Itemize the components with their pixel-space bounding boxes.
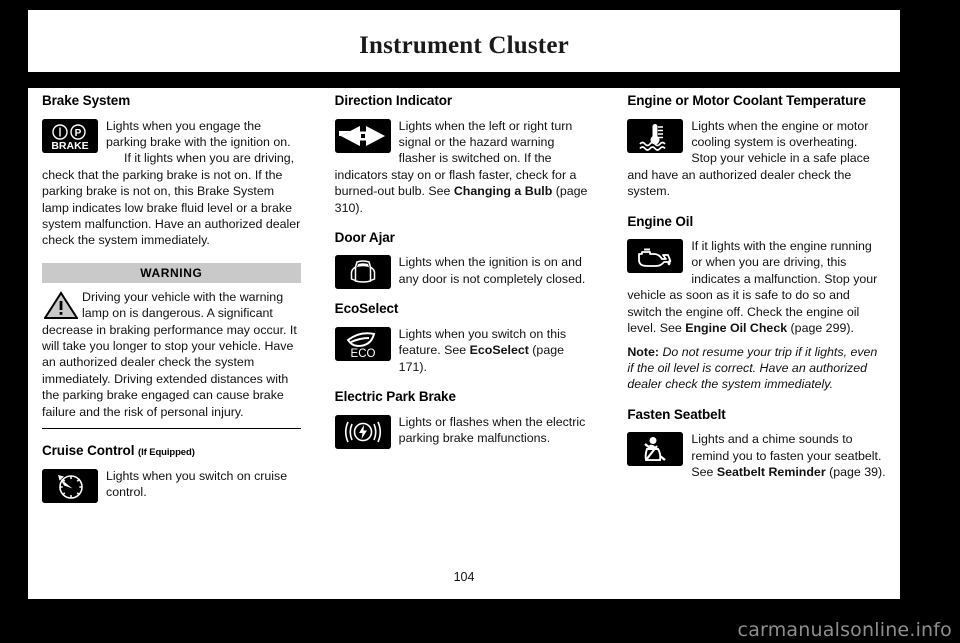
content-columns: Brake System P BRAKE Lights when you eng… (28, 88, 900, 548)
section-body: Lights when the left or right turn signa… (334, 118, 594, 216)
door-ajar-text: Lights when the ignition is on and any d… (398, 255, 586, 286)
section-electric-park-brake: Electric Park Brake Lights or flashes wh… (334, 389, 594, 449)
engine-oil-link[interactable]: Engine Oil Check (685, 321, 787, 335)
cruise-heading-sub: (If Equipped) (138, 447, 195, 459)
header-divider (28, 72, 900, 88)
section-body: Lights and a chime sounds to remind you … (627, 431, 886, 480)
coolant-temperature-icon (627, 118, 684, 153)
section-fasten-seatbelt: Fasten Seatbelt Lights and a chime sound… (627, 407, 886, 481)
section-body: P BRAKE Lights when you engage the parki… (42, 118, 301, 249)
section-brake-system: Brake System P BRAKE Lights when you eng… (42, 93, 301, 249)
direction-link[interactable]: Changing a Bulb (454, 184, 552, 198)
seatbelt-tail: (page 39). (825, 465, 886, 480)
section-engine-oil: Engine Oil If it lights with the engine … (627, 214, 886, 393)
section-body: Lights when you switch on cruise control… (42, 468, 301, 503)
section-heading: EcoSelect (334, 301, 399, 317)
cruise-text: Lights when you switch on cruise control… (106, 468, 288, 500)
svg-text:BRAKE: BRAKE (51, 140, 88, 152)
section-ecoselect: EcoSelect ECO Lights when you switch on … (334, 301, 594, 375)
section-heading: Electric Park Brake (334, 389, 456, 405)
door-ajar-icon (334, 255, 391, 290)
electric-park-brake-icon (334, 414, 391, 449)
section-heading: Brake System (42, 93, 131, 108)
section-body: Lights when the engine or motor cooling … (627, 118, 886, 200)
section-body: Lights when the ignition is on and any d… (334, 254, 594, 290)
section-cruise-control: Cruise Control (If Equipped) Lights when… (42, 443, 301, 503)
column-middle: Direction Indicator Lights when the left… (321, 88, 608, 548)
watermark: carmanualsonline.info (737, 619, 952, 641)
brake-lead-text: Lights when you engage the parking brake… (106, 118, 291, 149)
warning-callout: WARNING Driving your vehicle with the wa… (42, 262, 301, 430)
footer-divider (28, 599, 900, 606)
warning-triangle-icon (43, 290, 79, 319)
svg-text:P: P (75, 128, 82, 139)
page-title: Instrument Cluster (359, 32, 569, 59)
warning-body: Driving your vehicle with the warning la… (42, 289, 301, 420)
engine-oil-note: Note: Do not resume your trip if it ligh… (627, 344, 886, 393)
warning-bottom-rule (42, 428, 301, 430)
column-left: Brake System P BRAKE Lights when you eng… (28, 88, 315, 548)
note-text: Do not resume your trip if it lights, ev… (627, 344, 878, 392)
section-heading: Cruise Control (If Equipped) (42, 443, 301, 459)
section-heading: Fasten Seatbelt (627, 406, 726, 422)
engine-oil-tail: (page 299). (787, 321, 854, 336)
engine-oil-icon (627, 239, 684, 274)
ecoselect-icon: ECO (334, 326, 391, 361)
direction-indicator-icon (334, 118, 391, 153)
column-right: Engine or Motor Coolant Temperature Ligh… (613, 88, 900, 548)
section-door-ajar: Door Ajar Lights when the ignition is on… (334, 229, 594, 290)
screenshot-root: Instrument Cluster Brake System P BRAKE … (0, 0, 960, 643)
cruise-heading-main: Cruise Control (42, 443, 135, 459)
brake-system-icon: P BRAKE (42, 118, 98, 153)
ecoselect-link[interactable]: EcoSelect (470, 343, 529, 357)
note-label: Note: (627, 344, 660, 359)
brake-body-text: If it lights when you are driving, check… (42, 151, 301, 248)
section-body: If it lights with the engine running or … (627, 238, 886, 336)
manual-page: Instrument Cluster Brake System P BRAKE … (28, 10, 900, 606)
section-heading: Engine Oil (627, 213, 694, 229)
warning-label: WARNING (42, 262, 301, 283)
warning-text: Driving your vehicle with the warning la… (42, 289, 297, 419)
cruise-control-icon (42, 468, 98, 503)
fasten-seatbelt-icon (627, 432, 684, 467)
section-heading: Direction Indicator (334, 93, 453, 108)
seatbelt-link[interactable]: Seatbelt Reminder (717, 465, 826, 479)
section-body: Lights or flashes when the electric park… (334, 414, 594, 449)
electric-park-brake-text: Lights or flashes when the electric park… (398, 414, 586, 445)
section-body: ECO Lights when you switch on this featu… (334, 326, 594, 375)
section-direction-indicator: Direction Indicator Lights when the left… (334, 93, 594, 216)
svg-text:ECO: ECO (350, 348, 375, 360)
page-number: 104 (453, 570, 475, 584)
section-heading: Door Ajar (334, 229, 395, 245)
section-heading: Engine or Motor Coolant Temperature (627, 93, 866, 108)
page-header: Instrument Cluster (28, 10, 900, 88)
section-coolant-temperature: Engine or Motor Coolant Temperature Ligh… (627, 93, 886, 200)
